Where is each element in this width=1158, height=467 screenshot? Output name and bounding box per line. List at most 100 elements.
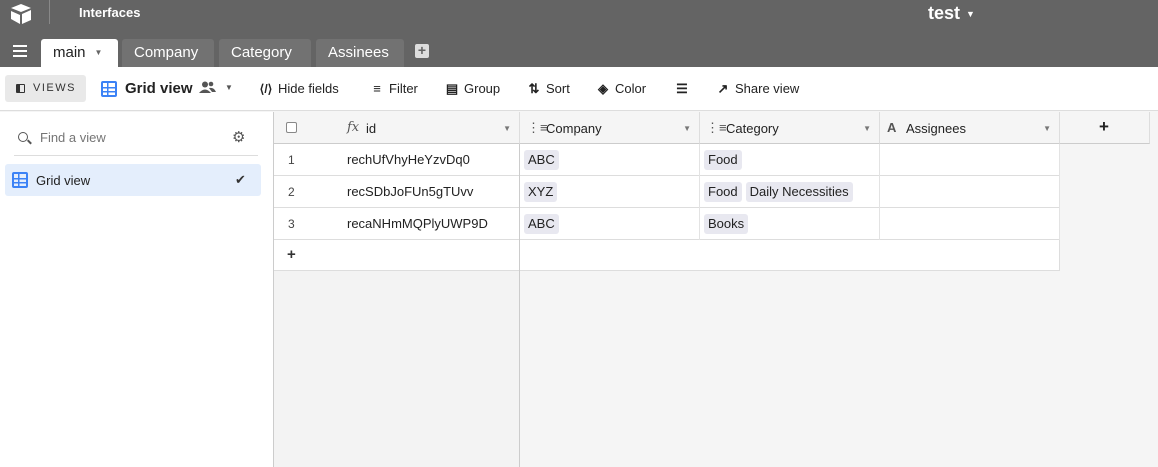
id-cell[interactable]: 1 rechUfVhyHeYzvDq0 (274, 144, 520, 176)
assignees-cell[interactable] (880, 176, 1060, 208)
record-id: rechUfVhyHeYzvDq0 (347, 152, 470, 167)
link-field-icon: ⋮≡ (527, 120, 548, 135)
record-id: recaNHmMQPlyUWP9D (347, 216, 488, 231)
column-header-label: id (366, 121, 377, 136)
sidebar-icon (16, 84, 25, 93)
grid-view-icon (101, 81, 117, 97)
tab-label: Category (231, 44, 292, 61)
check-icon: ✔ (235, 172, 246, 187)
share-view-label: Share view (735, 81, 800, 96)
views-label: VIEWS (33, 82, 76, 94)
category-cell[interactable]: Books (700, 208, 880, 240)
top-divider (49, 0, 50, 24)
share-view-button[interactable]: ↗ Share view (716, 81, 800, 97)
linked-record-pill[interactable]: XYZ (524, 182, 558, 202)
sidebar-item-label: Grid view (36, 173, 91, 188)
tab-company[interactable]: Company (122, 39, 214, 67)
company-cell[interactable]: ABC (520, 208, 700, 240)
tab-main[interactable]: main ▼ (41, 39, 118, 67)
sort-button[interactable]: ⇅ Sort (527, 81, 570, 97)
search-icon (18, 132, 28, 142)
column-header-label: Assignees (906, 121, 966, 136)
group-button[interactable]: ▤ Group (445, 81, 500, 97)
column-header-assignees[interactable]: A Assignees ▼ (880, 112, 1060, 144)
category-cell[interactable]: Food Daily Necessities (700, 176, 880, 208)
row-number: 1 (288, 153, 295, 167)
menu-icon[interactable] (13, 45, 27, 57)
table-row[interactable]: 1 rechUfVhyHeYzvDq0 ABC Food (274, 144, 1060, 176)
sidebar-item-grid-view[interactable]: Grid view ✔ (5, 164, 261, 196)
add-table-button[interactable]: + (415, 43, 429, 58)
current-view-name[interactable]: Grid view (125, 80, 193, 97)
table-tab-bar: main ▼ Company Category Assinees + (0, 36, 1158, 67)
tab-category[interactable]: Category (219, 39, 311, 67)
filter-icon: ≡ (373, 81, 381, 96)
linked-record-pill[interactable]: ABC (524, 150, 559, 170)
row-number: 3 (288, 217, 295, 231)
formula-icon: fx (347, 120, 360, 135)
linked-record-pill[interactable]: Books (704, 214, 749, 234)
chevron-down-icon[interactable]: ▼ (95, 48, 103, 57)
find-view-input[interactable] (40, 130, 220, 145)
group-icon: ▤ (445, 81, 459, 96)
base-name[interactable]: test (928, 3, 960, 24)
chevron-down-icon[interactable]: ▼ (1043, 124, 1051, 133)
table-row[interactable]: 3 recaNHmMQPlyUWP9D ABC Books (274, 208, 1060, 240)
add-field-button[interactable]: + (1060, 112, 1150, 144)
grid-view-icon (12, 172, 28, 188)
assignees-cell[interactable] (880, 144, 1060, 176)
chevron-down-icon[interactable]: ▼ (503, 124, 511, 133)
id-cell[interactable]: 2 recSDbJoFUn5gTUvv (274, 176, 520, 208)
column-header-id[interactable]: fx id ▼ (274, 112, 520, 144)
column-header-label: Category (726, 121, 779, 136)
linked-record-pill[interactable]: Daily Necessities (745, 182, 853, 202)
plus-icon: + (1099, 117, 1109, 136)
add-record-row[interactable]: + (274, 240, 1060, 271)
paint-bucket-icon: ◈ (598, 81, 608, 96)
column-header-label: Company (546, 121, 602, 136)
column-header-category[interactable]: ⋮≡ Category ▼ (700, 112, 880, 144)
id-cell[interactable]: 3 recaNHmMQPlyUWP9D (274, 208, 520, 240)
table-row[interactable]: 2 recSDbJoFUn5gTUvv XYZ Food Daily Necess… (274, 176, 1060, 208)
color-button[interactable]: ◈ Color (596, 81, 646, 97)
tab-label: Company (134, 44, 199, 61)
chevron-down-icon[interactable]: ▼ (966, 9, 975, 19)
group-label: Group (464, 81, 501, 96)
row-number: 2 (288, 185, 295, 199)
airtable-logo-icon[interactable] (9, 3, 33, 25)
tab-label: main (53, 44, 86, 61)
company-cell[interactable]: XYZ (520, 176, 700, 208)
sort-icon: ⇅ (528, 81, 540, 96)
linked-record-pill[interactable]: Food (704, 182, 742, 202)
views-toggle-button[interactable]: VIEWS (5, 75, 86, 102)
assignees-cell[interactable] (880, 208, 1060, 240)
eye-off-icon: ⟨/⟩ (259, 82, 273, 96)
row-height-icon: ☰ (676, 81, 688, 96)
linked-record-pill[interactable]: ABC (524, 214, 559, 234)
plus-icon: + (287, 246, 296, 263)
find-view-search: ⚙ (14, 122, 258, 156)
share-icon: ↗ (717, 81, 729, 96)
views-sidebar: ⚙ Grid view ✔ (0, 112, 274, 467)
chevron-down-icon[interactable]: ▼ (683, 124, 691, 133)
frozen-divider (519, 240, 520, 271)
linked-record-pill[interactable]: Food (704, 150, 742, 170)
link-field-icon: ⋮≡ (706, 120, 727, 135)
interfaces-link[interactable]: Interfaces (79, 5, 140, 20)
tab-assinees[interactable]: Assinees (316, 39, 404, 67)
category-cell[interactable]: Food (700, 144, 880, 176)
chevron-down-icon[interactable]: ▼ (225, 83, 233, 92)
select-all-checkbox[interactable] (286, 122, 297, 133)
hide-fields-label: Hide fields (278, 81, 339, 96)
row-height-button[interactable]: ☰ (675, 81, 694, 97)
hide-fields-button[interactable]: ⟨/⟩ Hide fields (259, 81, 339, 96)
company-cell[interactable]: ABC (520, 144, 700, 176)
chevron-down-icon[interactable]: ▼ (863, 124, 871, 133)
top-bar: Interfaces test ▼ (0, 0, 1158, 36)
column-header-company[interactable]: ⋮≡ Company ▼ (520, 112, 700, 144)
filter-button[interactable]: ≡ Filter (370, 81, 418, 96)
people-icon (199, 81, 216, 97)
sort-label: Sort (546, 81, 570, 96)
gear-icon[interactable]: ⚙ (232, 128, 245, 146)
color-label: Color (615, 81, 647, 96)
